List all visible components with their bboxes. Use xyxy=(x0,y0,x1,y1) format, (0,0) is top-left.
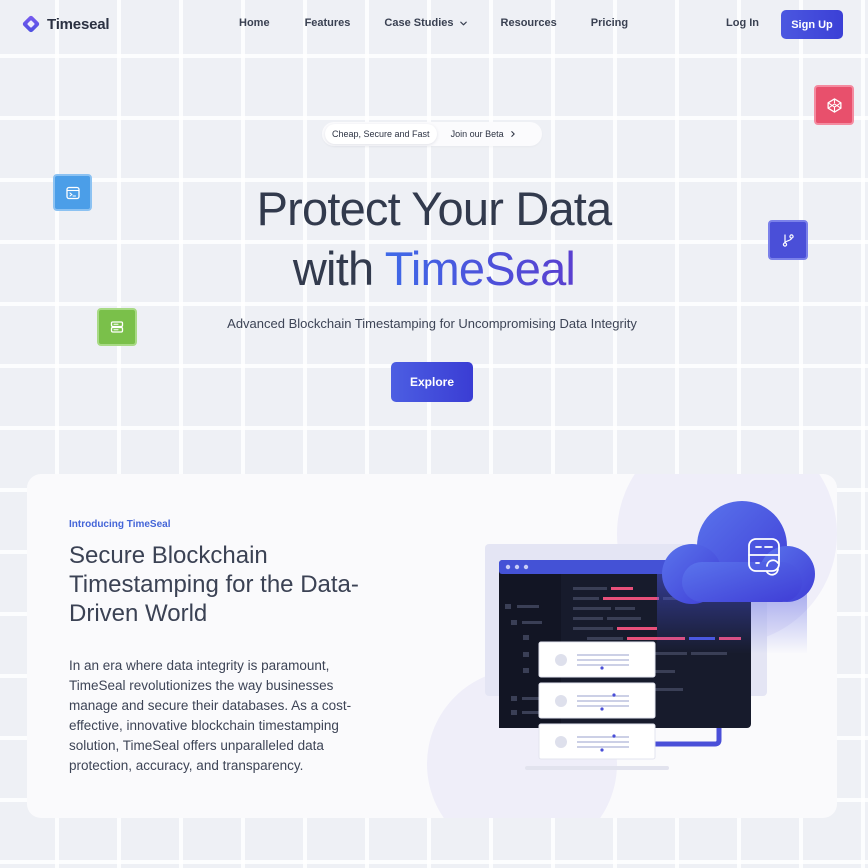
signup-button[interactable]: Sign Up xyxy=(781,10,843,39)
chevron-right-icon xyxy=(510,131,515,137)
intro-eyebrow: Introducing TimeSeal xyxy=(69,519,171,530)
top-navbar: Timeseal Home Features Case Studies Reso… xyxy=(0,0,868,48)
announcement-tag: Cheap, Secure and Fast xyxy=(325,124,437,144)
nav-resources[interactable]: Resources xyxy=(501,17,557,29)
intro-title: Secure Blockchain Timestamping for the D… xyxy=(69,542,359,627)
brand-name: Timeseal xyxy=(47,15,110,33)
join-beta-label: Join our Beta xyxy=(450,129,504,139)
login-link[interactable]: Log In xyxy=(726,17,759,29)
chevron-down-icon xyxy=(459,21,467,25)
intro-body: In an era where data integrity is paramo… xyxy=(69,658,352,773)
nav-case-studies[interactable]: Case Studies xyxy=(384,17,467,29)
nav-home[interactable]: Home xyxy=(239,17,270,29)
announcement-pill: Cheap, Secure and Fast Join our Beta xyxy=(322,122,542,146)
brand-logo[interactable]: Timeseal xyxy=(21,14,110,34)
intro-card: Introducing TimeSeal Secure Blockchain T… xyxy=(27,474,837,818)
hero-title-line-2: with TimeSeal xyxy=(0,239,868,299)
main-nav: Home Features Case Studies Resources Pri… xyxy=(239,17,628,29)
codepen-cube-icon xyxy=(814,85,854,125)
cloud-database-illustration xyxy=(427,474,837,818)
hero-subtitle: Advanced Blockchain Timestamping for Unc… xyxy=(227,316,637,331)
join-beta-link[interactable]: Join our Beta xyxy=(451,129,517,139)
timeseal-logo-icon xyxy=(21,14,41,34)
hero-title-line-1: Protect Your Data xyxy=(256,182,613,235)
hero-title-prefix: with xyxy=(292,242,385,295)
hero-title-brand: TimeSeal xyxy=(384,242,576,295)
nav-pricing[interactable]: Pricing xyxy=(591,17,628,29)
explore-button[interactable]: Explore xyxy=(391,362,473,402)
nav-case-studies-label: Case Studies xyxy=(384,17,454,29)
nav-features[interactable]: Features xyxy=(305,17,351,29)
